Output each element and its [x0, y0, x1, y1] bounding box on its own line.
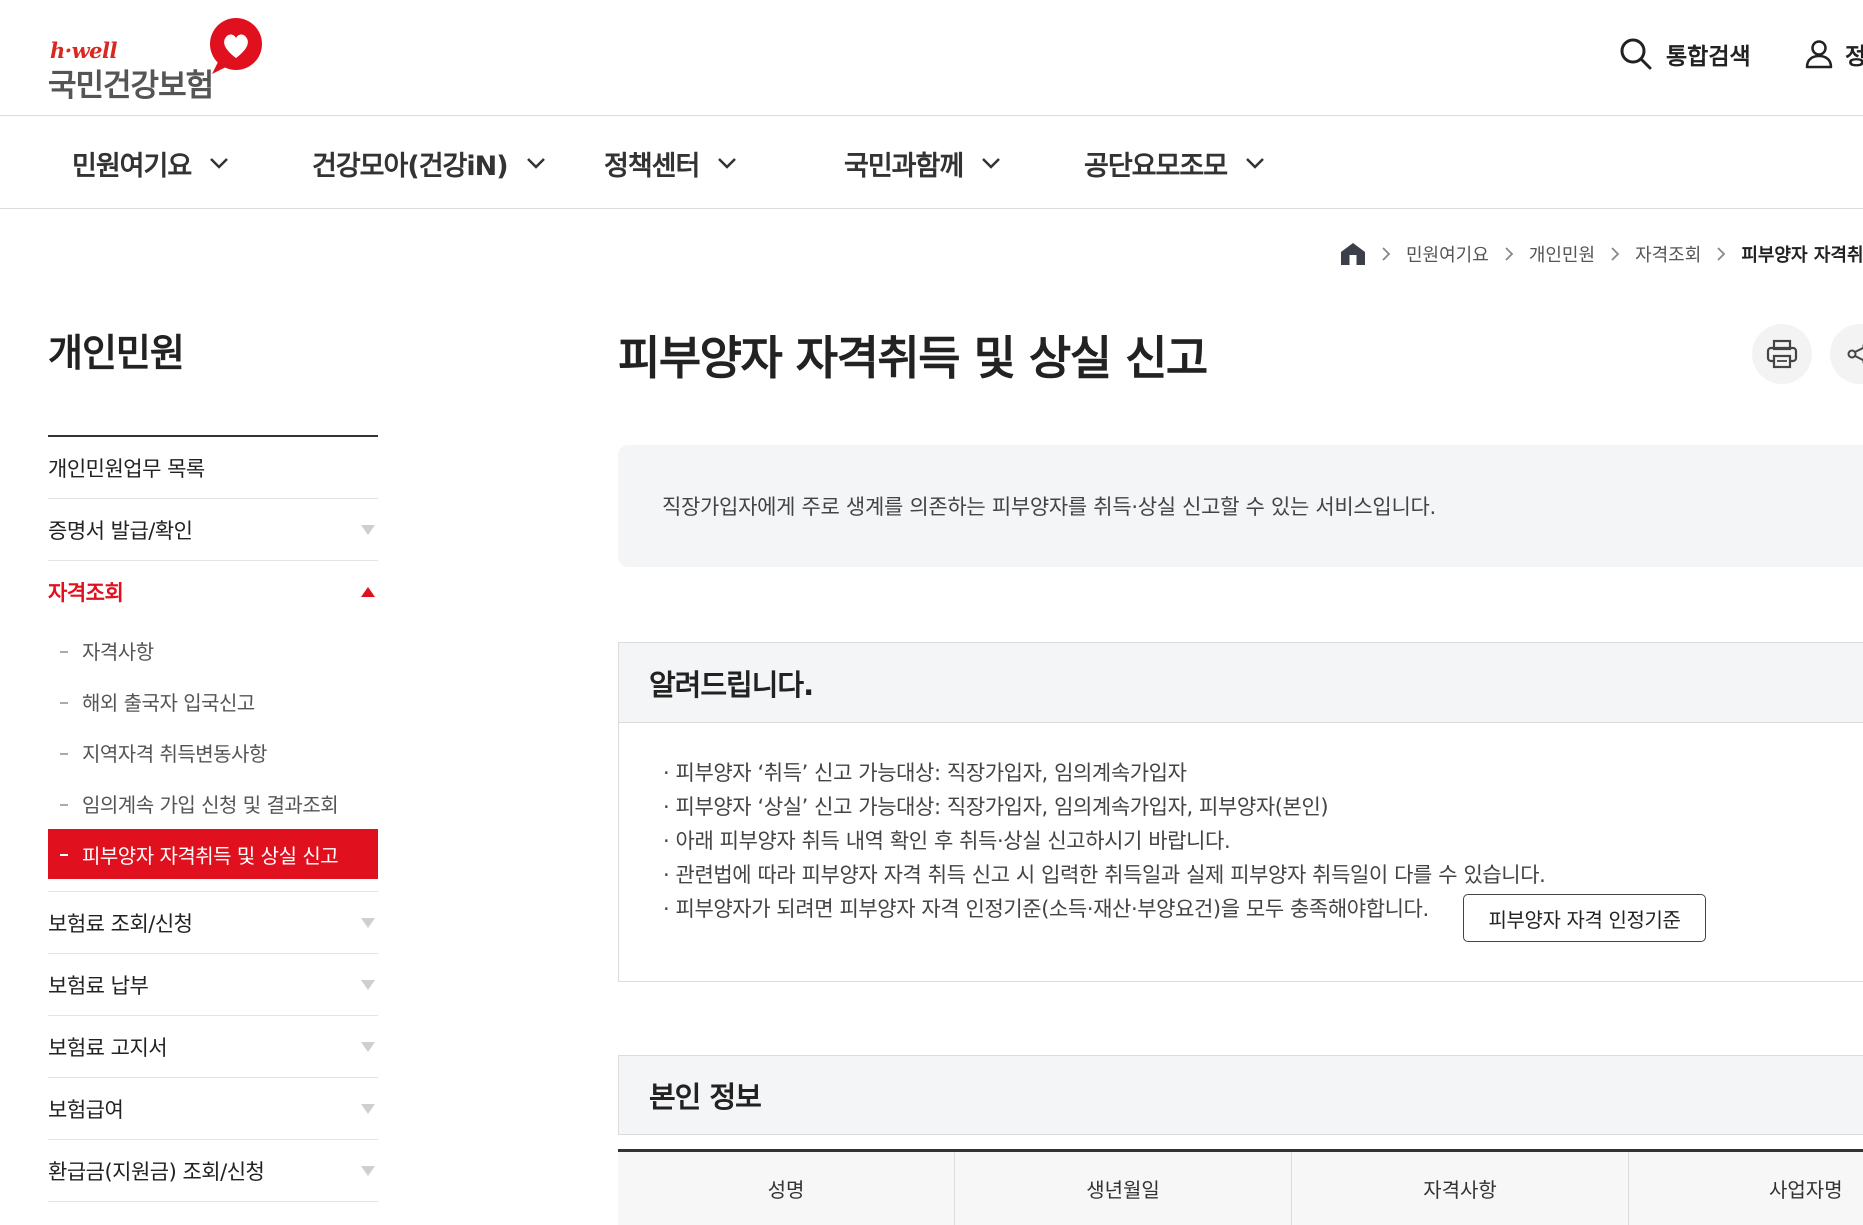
dash-bullet	[60, 854, 68, 856]
gnb-item-health-in[interactable]: 건강모아(건강iN)	[312, 117, 546, 209]
lnb-sub-item-label: 피부양자 자격취득 및 상실 신고	[82, 843, 339, 868]
search-label: 통합검색	[1666, 44, 1751, 70]
chevron-down-icon	[210, 158, 229, 169]
service-description: 직장가입자에게 주로 생계를 의존하는 피부양자를 취득·상실 신고할 수 있는…	[662, 495, 1436, 519]
lnb-sub-item-label: 해외 출국자 입국신고	[82, 691, 255, 715]
gnb-item-policy[interactable]: 정책센터	[604, 117, 737, 209]
breadcrumb-item[interactable]: 자격조회	[1635, 241, 1701, 267]
site-header: h·well 국민건강보험 통합검색 정	[0, 0, 1863, 116]
triangle-down-icon	[361, 1103, 375, 1114]
lnb-title: 개인민원	[48, 331, 185, 375]
triangle-up-icon	[361, 587, 375, 597]
chevron-down-icon	[982, 158, 1001, 169]
lnb-submenu-eligibility: 자격사항 해외 출국자 입국신고 지역자격 취득변동사항 임의계속 가입 신청 …	[48, 623, 378, 892]
lnb-sub-item[interactable]: 해외 출국자 입국신고	[48, 676, 378, 727]
gnb-label: 국민과함께	[844, 150, 964, 182]
table-header-name: 성명	[618, 1152, 955, 1225]
site-logo[interactable]: h·well 국민건강보험	[48, 18, 268, 104]
lnb-item-service-list[interactable]: 개인민원업무 목록	[48, 437, 378, 499]
lnb-item-label: 증명서 발급/확인	[48, 518, 193, 543]
print-button[interactable]	[1752, 324, 1812, 384]
table-header-birthdate: 생년월일	[955, 1152, 1292, 1225]
chevron-down-icon	[1246, 158, 1264, 169]
chevron-right-icon	[1611, 247, 1620, 261]
notice-panel: 알려드립니다. · 피부양자 ‘취득’ 신고 가능대상: 직장가입자, 임의계속…	[618, 642, 1863, 982]
self-info-title: 본인 정보	[618, 1055, 1863, 1135]
user-icon	[1805, 40, 1833, 69]
chevron-right-icon	[1717, 247, 1726, 261]
print-icon	[1766, 339, 1798, 369]
notice-title: 알려드립니다.	[619, 643, 1863, 723]
gnb-item-minwon[interactable]: 민원여기요	[72, 117, 229, 209]
triangle-down-icon	[361, 979, 375, 990]
chevron-down-icon	[718, 158, 737, 169]
lnb-sub-item-label: 임의계속 가입 신청 및 결과조회	[82, 793, 339, 817]
gnb-label: 건강모아(건강iN)	[312, 150, 509, 182]
lnb-item-label: 보험료 납부	[48, 973, 149, 998]
lnb-sub-item[interactable]: 지역자격 취득변동사항	[48, 727, 378, 778]
gnb-label: 공단요모조모	[1084, 150, 1228, 182]
lnb-sub-item[interactable]: 자격사항	[48, 625, 378, 676]
lnb-sub-item-label: 자격사항	[82, 640, 154, 664]
chevron-right-icon	[1382, 247, 1391, 261]
gnb-item-together[interactable]: 국민과함께	[844, 117, 1001, 209]
home-icon[interactable]	[1340, 242, 1366, 266]
lnb-item-label: 보험료 조회/신청	[48, 911, 193, 936]
dependent-criteria-button[interactable]: 피부양자 자격 인정기준	[1463, 894, 1706, 942]
user-menu-button[interactable]: 정	[1803, 34, 1863, 74]
lnb-item-label: 자격조회	[48, 581, 124, 605]
breadcrumb: 민원여기요 개인민원 자격조회 피부양자 자격취득	[1340, 240, 1863, 268]
triangle-down-icon	[361, 524, 375, 535]
lnb-item-label: 보험급여	[48, 1097, 124, 1122]
triangle-down-icon	[361, 1165, 375, 1176]
lnb-item-label: 환급금(지원금) 조회/신청	[48, 1159, 265, 1184]
lnb-item-refund[interactable]: 환급금(지원금) 조회/신청	[48, 1140, 378, 1202]
share-icon	[1847, 343, 1863, 365]
self-info-table: 성명 생년월일 자격사항 사업자명	[618, 1149, 1863, 1225]
table-header-eligibility: 자격사항	[1292, 1152, 1629, 1225]
dash-bullet	[60, 803, 68, 806]
dash-bullet	[60, 650, 68, 653]
search-icon	[1620, 38, 1652, 70]
notice-line: · 피부양자 ‘취득’ 신고 가능대상: 직장가입자, 임의계속가입자	[663, 761, 1187, 785]
breadcrumb-current: 피부양자 자격취득	[1741, 245, 1863, 266]
dash-bullet	[60, 701, 68, 704]
gnb-label: 정책센터	[604, 150, 700, 182]
notice-list: · 피부양자 ‘취득’ 신고 가능대상: 직장가입자, 임의계속가입자 · 피부…	[663, 755, 1546, 925]
gnb-label: 민원여기요	[72, 150, 192, 182]
lnb-item-premium-notice[interactable]: 보험료 고지서	[48, 1016, 378, 1078]
lnb-item-premium-payment[interactable]: 보험료 납부	[48, 954, 378, 1016]
chevron-down-icon	[526, 158, 545, 169]
dash-bullet	[60, 752, 68, 755]
lnb-item-certificate[interactable]: 증명서 발급/확인	[48, 499, 378, 561]
side-navigation: 개인민원업무 목록 증명서 발급/확인 자격조회 자격사항 해외 출국자 입국신…	[48, 435, 378, 1202]
lnb-item-eligibility[interactable]: 자격조회	[48, 561, 378, 623]
page-title: 피부양자 자격취득 및 상실 신고	[618, 331, 1208, 385]
chevron-right-icon	[1505, 247, 1514, 261]
breadcrumb-item[interactable]: 민원여기요	[1406, 241, 1489, 267]
breadcrumb-item[interactable]: 개인민원	[1529, 241, 1595, 267]
lnb-sub-item-label: 지역자격 취득변동사항	[82, 742, 267, 766]
lnb-sub-item-selected[interactable]: 피부양자 자격취득 및 상실 신고	[48, 829, 378, 879]
global-navigation: 민원여기요 건강모아(건강iN) 정책센터 국민과함께 공단요모조모	[0, 117, 1863, 209]
notice-line: · 아래 피부양자 취득 내역 확인 후 취득·상실 신고하시기 바랍니다.	[663, 829, 1231, 853]
notice-line: · 피부양자 ‘상실’ 신고 가능대상: 직장가입자, 임의계속가입자, 피부양…	[663, 795, 1329, 819]
service-description-box: 직장가입자에게 주로 생계를 의존하는 피부양자를 취득·상실 신고할 수 있는…	[618, 445, 1863, 567]
logo-name-text: 국민건강보험	[48, 68, 214, 104]
share-button[interactable]	[1830, 324, 1863, 384]
triangle-down-icon	[361, 1041, 375, 1052]
lnb-item-label: 개인민원업무 목록	[48, 456, 205, 481]
user-label: 정	[1845, 44, 1863, 70]
lnb-item-insurance-benefit[interactable]: 보험급여	[48, 1078, 378, 1140]
lnb-item-label: 보험료 고지서	[48, 1035, 168, 1060]
heart-logo-icon	[210, 18, 262, 74]
lnb-sub-item[interactable]: 임의계속 가입 신청 및 결과조회	[48, 778, 378, 829]
lnb-item-premium-inquiry[interactable]: 보험료 조회/신청	[48, 892, 378, 954]
table-header-business-name: 사업자명	[1769, 1178, 1843, 1202]
gnb-item-about[interactable]: 공단요모조모	[1084, 117, 1265, 209]
notice-line: · 관련법에 따라 피부양자 자격 취득 신고 시 입력한 취득일과 실제 피부…	[663, 863, 1546, 887]
integrated-search-button[interactable]: 통합검색	[1618, 34, 1751, 74]
triangle-down-icon	[361, 917, 375, 928]
notice-line: · 피부양자가 되려면 피부양자 자격 인정기준(소득·재산·부양요건)을 모두…	[663, 897, 1429, 921]
